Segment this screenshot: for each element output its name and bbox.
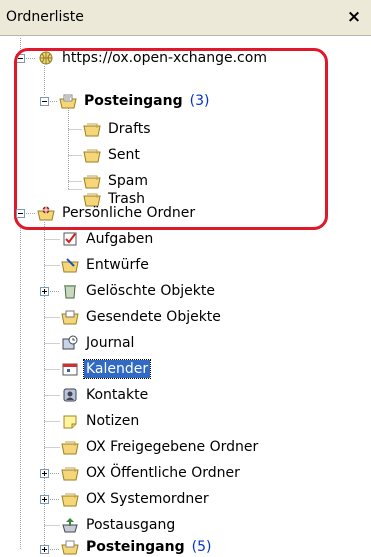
postausgang-label: Postausgang: [86, 517, 176, 533]
aufgaben-label: Aufgaben: [86, 231, 154, 247]
tree-item-aufgaben[interactable]: Aufgaben: [60, 227, 155, 251]
inbox-icon: [60, 538, 80, 556]
ox-system-label: OX Systemordner: [86, 491, 209, 507]
personal-label: Persönliche Ordner: [62, 205, 196, 221]
drafts-icon: [60, 256, 80, 274]
calendar-icon: [60, 360, 80, 378]
kontakte-label: Kontakte: [86, 387, 149, 403]
expand-toggle-geloeschte[interactable]: [40, 287, 49, 296]
tree-item-ox-freigegebene[interactable]: OX Freigegebene Ordner: [60, 435, 260, 459]
journal-icon: [60, 334, 80, 352]
drafts-label: Drafts: [108, 121, 151, 137]
public-folder-icon: [60, 464, 80, 482]
tasks-icon: [60, 230, 80, 248]
spam-folder-icon: [82, 172, 102, 190]
tree-item-account[interactable]: https://ox.open-xchange.com: [36, 46, 269, 70]
tree-item-postausgang[interactable]: Postausgang: [60, 513, 177, 537]
tree-item-posteingang-personal[interactable]: Posteingang (5): [60, 537, 211, 557]
panel-title: Ordnerliste: [6, 9, 84, 25]
tree-item-gesendete[interactable]: Gesendete Objekte: [60, 305, 223, 329]
tree-item-personal[interactable]: Persönliche Ordner: [36, 201, 197, 225]
folder-list-header: Ordnerliste ×: [0, 0, 371, 36]
collapse-toggle-inbox[interactable]: [40, 97, 49, 106]
collapse-toggle-account[interactable]: [16, 54, 25, 63]
account-label: https://ox.open-xchange.com: [62, 50, 267, 66]
inbox-unread-count: (3): [189, 93, 210, 109]
system-folder-icon: [60, 490, 80, 508]
kalender-label: Kalender: [82, 359, 152, 379]
shared-folder-icon: [60, 438, 80, 456]
tree-item-inbox[interactable]: Posteingang (3): [58, 89, 209, 113]
expand-toggle-ox-oeffentliche[interactable]: [40, 469, 49, 478]
expand-toggle-posteingang-personal[interactable]: [40, 545, 49, 554]
posteingang-personal-count: (5): [191, 539, 212, 555]
drafts-folder-icon: [82, 120, 102, 138]
personal-folders-icon: [36, 204, 56, 222]
sent-folder-icon: [82, 146, 102, 164]
inbox-label: Posteingang: [84, 93, 183, 109]
contacts-icon: [60, 386, 80, 404]
tree-item-journal[interactable]: Journal: [60, 331, 136, 355]
collapse-toggle-personal[interactable]: [16, 209, 25, 218]
tree-item-entwuerfe[interactable]: Entwürfe: [60, 253, 151, 277]
tree-item-notizen[interactable]: Notizen: [60, 409, 141, 433]
posteingang-personal-label: Posteingang: [86, 539, 185, 555]
inbox-folder-icon: [58, 92, 78, 110]
ox-freigegebene-label: OX Freigegebene Ordner: [86, 439, 259, 455]
account-globe-icon: [36, 49, 56, 67]
notes-icon: [60, 412, 80, 430]
geloeschte-label: Gelöschte Objekte: [86, 283, 215, 299]
gesendete-label: Gesendete Objekte: [86, 309, 221, 325]
tree-item-ox-oeffentliche[interactable]: OX Öffentliche Ordner: [60, 461, 242, 485]
journal-label: Journal: [86, 335, 135, 351]
tree-item-kontakte[interactable]: Kontakte: [60, 383, 150, 407]
expand-toggle-ox-system[interactable]: [40, 495, 49, 504]
sent-label: Sent: [108, 147, 140, 163]
tree-item-kalender[interactable]: Kalender: [60, 357, 152, 381]
outbox-icon: [60, 516, 80, 534]
tree-item-ox-system[interactable]: OX Systemordner: [60, 487, 211, 511]
notizen-label: Notizen: [86, 413, 140, 429]
tree-item-drafts[interactable]: Drafts: [82, 117, 153, 141]
tree-item-geloeschte[interactable]: Gelöschte Objekte: [60, 279, 217, 303]
folder-tree: https://ox.open-xchange.com Posteingang …: [0, 36, 371, 557]
close-button[interactable]: ×: [343, 6, 365, 28]
entwuerfe-label: Entwürfe: [86, 257, 149, 273]
spam-label: Spam: [108, 173, 148, 189]
tree-item-sent[interactable]: Sent: [82, 143, 142, 167]
sent-items-icon: [60, 308, 80, 326]
ox-oeffentliche-label: OX Öffentliche Ordner: [86, 465, 240, 481]
deleted-items-icon: [60, 282, 80, 300]
